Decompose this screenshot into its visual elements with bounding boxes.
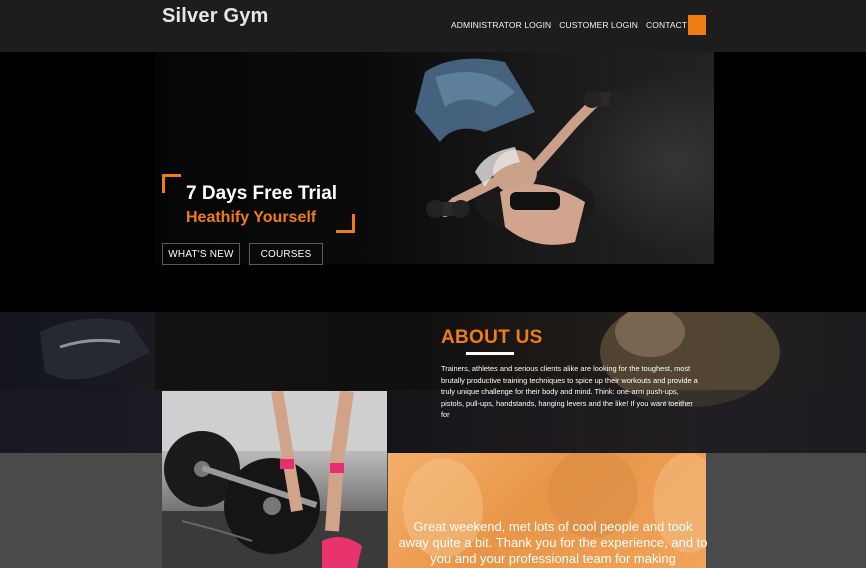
nav-customer-login[interactable]: CUSTOMER LOGIN	[559, 20, 638, 30]
top-navbar: Silver Gym ADMINISTRATOR LOGIN CUSTOMER …	[0, 0, 866, 52]
testimonial-text: Great weekend, met lots of cool people a…	[398, 519, 708, 566]
nav-contact[interactable]: CONTACT	[646, 20, 687, 30]
bracket-top-left	[162, 174, 181, 193]
about-text: Trainers, athletes and serious clients a…	[441, 364, 698, 420]
about-background	[0, 312, 866, 453]
courses-button[interactable]: COURSES	[249, 243, 323, 265]
hero-subtitle: Heathify Yourself	[186, 209, 317, 226]
about-underline	[466, 352, 514, 355]
main-nav: ADMINISTRATOR LOGIN CUSTOMER LOGIN CONTA…	[451, 20, 687, 30]
about-overlay	[0, 312, 866, 453]
whats-new-button[interactable]: WHAT'S NEW	[162, 243, 240, 265]
hero-image	[155, 52, 714, 264]
about-title: ABOUT US	[441, 327, 543, 348]
hero-section: 7 Days Free Trial Heathify Yourself WHAT…	[0, 52, 866, 312]
hero-title: 7 Days Free Trial	[186, 183, 338, 204]
bracket-bottom-right	[336, 214, 355, 233]
menu-square-icon[interactable]	[688, 15, 706, 35]
nav-administrator-login[interactable]: ADMINISTRATOR LOGIN	[451, 20, 551, 30]
barbell-image	[162, 391, 387, 568]
site-logo[interactable]: Silver Gym	[162, 5, 269, 28]
